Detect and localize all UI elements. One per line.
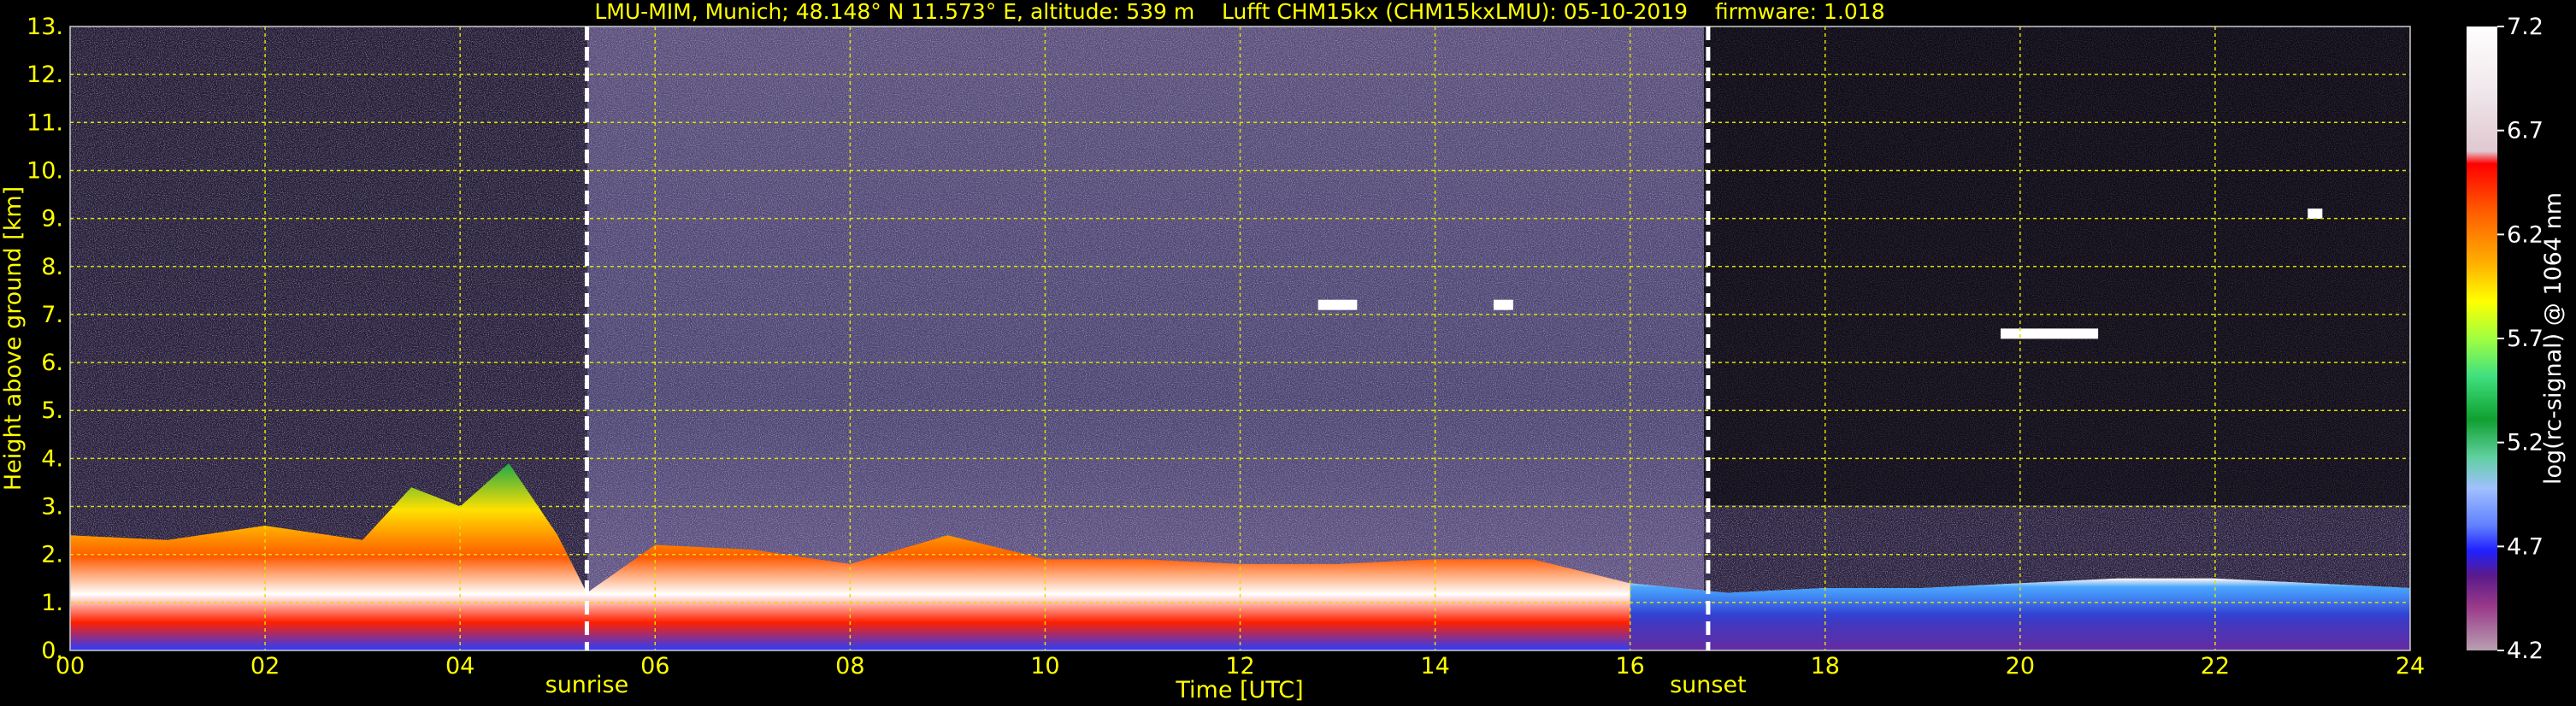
y-tick-label: 6. (41, 350, 63, 376)
x-tick-label: 10 (1030, 653, 1059, 680)
y-tick-label: 10. (27, 157, 63, 184)
y-tick-label: 9. (41, 206, 63, 232)
x-tick-label: 08 (835, 653, 864, 680)
x-tick-label: 20 (2006, 653, 2035, 680)
x-tick-label: 16 (1615, 653, 1644, 680)
y-axis-label: Height above ground [km] (0, 186, 27, 491)
x-tick-label: 06 (640, 653, 669, 680)
colorbar-tick-label: 4.2 (2507, 638, 2544, 664)
colorbar-tick-label: 4.7 (2507, 533, 2544, 560)
cloud-mark (2001, 328, 2099, 339)
x-tick-label: 18 (1811, 653, 1840, 680)
sunrise-label: sunrise (545, 672, 629, 698)
y-tick-label: 11. (27, 109, 63, 136)
sunset-label: sunset (1670, 672, 1747, 698)
y-tick-label: 13. (27, 14, 63, 40)
y-tick-label: 4. (41, 445, 63, 472)
x-axis-label: Time [UTC] (1175, 677, 1303, 703)
x-tick-label: 04 (445, 653, 475, 680)
y-tick-label: 5. (41, 397, 63, 424)
x-tick-label: 24 (2396, 653, 2425, 680)
chart-title: LMU-MIM, Munich; 48.148° N 11.573° E, al… (594, 0, 1884, 24)
colorbar (2467, 26, 2497, 650)
colorbar-label: log(rc-signal) @ 1064 nm (2540, 192, 2567, 485)
x-tick-label: 22 (2201, 653, 2230, 680)
colorbar-tick-label: 5.7 (2507, 326, 2544, 352)
x-tick-label: 02 (251, 653, 280, 680)
colorbar-tick-label: 6.7 (2507, 118, 2544, 144)
y-tick-label: 3. (41, 494, 63, 521)
cloud-mark (2308, 209, 2323, 219)
colorbar-tick-label: 6.2 (2507, 221, 2544, 248)
cloud-mark (1317, 299, 1358, 310)
night-dark-region (1704, 26, 2410, 505)
cloud-mark (1494, 299, 1513, 310)
y-tick-label: 7. (41, 302, 63, 328)
y-tick-label: 0. (41, 638, 63, 664)
colorbar-tick-label: 7.2 (2507, 14, 2544, 40)
y-tick-label: 8. (41, 254, 63, 280)
y-tick-label: 12. (27, 62, 63, 88)
x-tick-label: 14 (1420, 653, 1449, 680)
x-tick-label: 12 (1225, 653, 1254, 680)
y-tick-label: 2. (41, 542, 63, 568)
colorbar-tick-label: 5.2 (2507, 430, 2544, 456)
ceilometer-chart: sunrise sunset 00 02 04 06 08 10 12 14 16 18 20 22 24… (0, 0, 2567, 703)
y-tick-label: 1. (41, 590, 63, 616)
